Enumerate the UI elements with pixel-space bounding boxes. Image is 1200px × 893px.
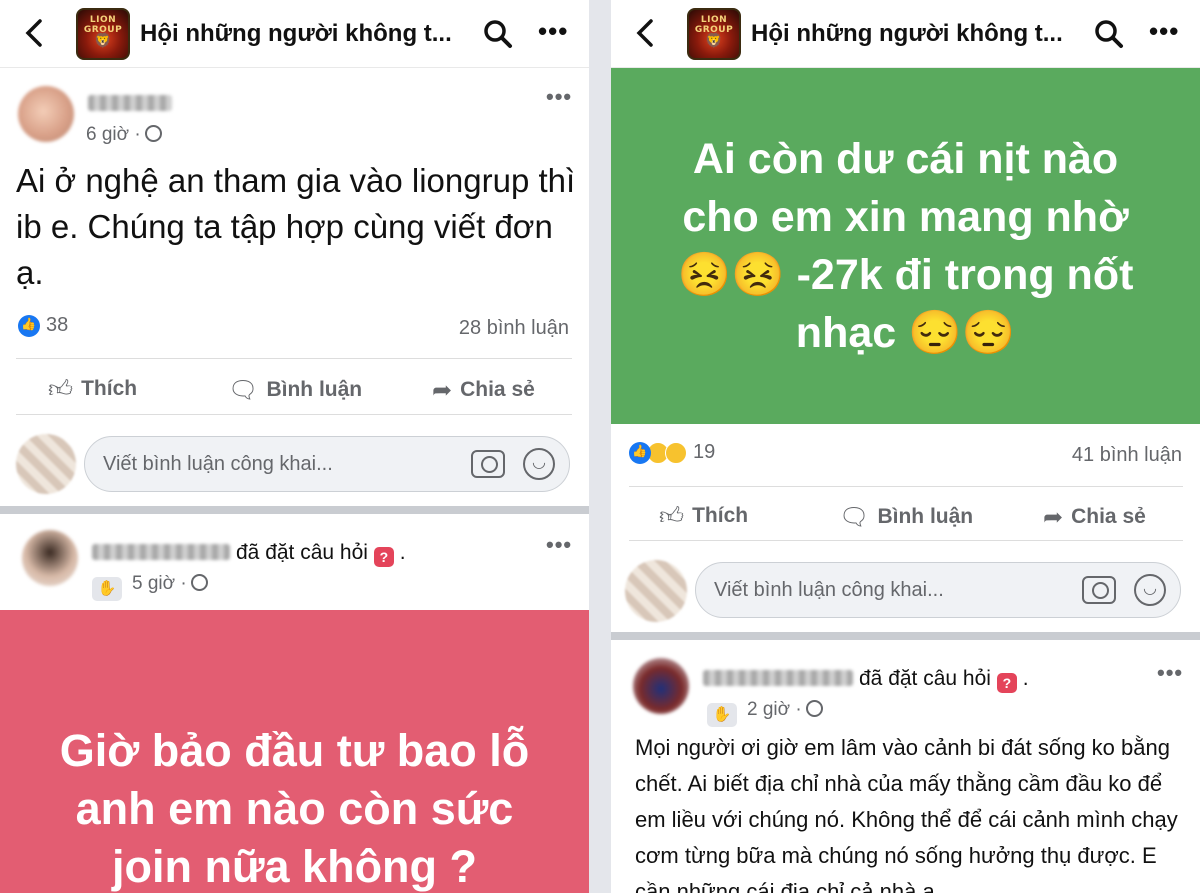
post-separator: [0, 506, 589, 514]
post-menu-icon[interactable]: •••: [546, 532, 572, 558]
wave-hand-icon: ✋: [92, 577, 122, 601]
globe-icon: [190, 574, 208, 591]
group-logo[interactable]: LION GROUP 🦁: [687, 8, 741, 60]
asked-question-line: đã đặt câu hỏi? .: [859, 667, 1029, 693]
comment-input[interactable]: Viết bình luận công khai... ◡: [84, 436, 570, 492]
wave-hand-icon: ✋: [707, 703, 737, 727]
author-name-blurred[interactable]: [88, 95, 172, 111]
share-label: Chia sẻ: [1071, 505, 1146, 528]
post-separator: [611, 632, 1200, 640]
camera-icon[interactable]: [471, 450, 505, 478]
divider: [16, 358, 572, 359]
like-label: Thích: [81, 377, 138, 400]
more-options-icon[interactable]: •••: [1149, 18, 1183, 50]
colored-background-post: Giờ bảo đầu tư bao lỗ anh em nào còn sức…: [0, 610, 589, 893]
asked-question-line: đã đặt câu hỏi? .: [236, 541, 406, 567]
lion-icon: 🦁: [94, 32, 112, 48]
lion-icon: 🦁: [705, 32, 723, 48]
comment-label: Bình luận: [877, 505, 974, 528]
back-button[interactable]: [22, 16, 50, 52]
group-header: LION GROUP 🦁 Hội những người không t... …: [611, 0, 1200, 68]
more-options-icon[interactable]: •••: [538, 18, 572, 50]
chevron-left-icon: [636, 19, 653, 47]
comment-bubble-icon: 🗨: [839, 504, 870, 531]
divider: [16, 414, 572, 415]
reaction-count: 38: [46, 314, 69, 336]
divider: [629, 540, 1183, 541]
reaction-summary[interactable]: 38: [18, 314, 68, 344]
sad-reaction-icon: [665, 441, 687, 464]
group-title[interactable]: Hội những người không t...: [751, 20, 1063, 48]
colored-background-post: Ai còn dư cái nịt nào cho em xin mang nh…: [611, 68, 1200, 424]
search-icon[interactable]: [1093, 18, 1125, 50]
group-header: LION GROUP 🦁 Hội những người không t... …: [0, 0, 589, 68]
share-arrow-icon: ➦: [1043, 504, 1064, 531]
my-avatar: [625, 560, 687, 622]
question-icon: ?: [373, 547, 394, 567]
comment-button[interactable]: 🗨 Bình luận: [228, 376, 362, 405]
post-time: ✋ 5 giờ ·: [92, 573, 208, 601]
comment-label: Bình luận: [266, 378, 363, 401]
divider: [629, 486, 1183, 487]
share-button[interactable]: ➦ Chia sẻ: [1043, 503, 1146, 532]
right-screen: LION GROUP 🦁 Hội những người không t... …: [611, 0, 1200, 893]
emoji-icon[interactable]: ◡: [1134, 574, 1166, 606]
like-reaction-icon: [18, 314, 40, 337]
my-avatar: [16, 434, 76, 494]
search-icon[interactable]: [482, 18, 514, 50]
post-text: Ai ở nghệ an tham gia vào liongrup thì i…: [16, 162, 576, 291]
post-time: ✋ 2 giờ ·: [707, 699, 823, 727]
post-menu-icon[interactable]: •••: [546, 84, 572, 110]
post-text: Mọi người ơi giờ em lâm vào cảnh bi đát …: [635, 735, 1178, 893]
question-icon: ?: [996, 673, 1017, 693]
author-name-blurred[interactable]: [703, 670, 853, 686]
author-name-blurred[interactable]: [92, 544, 230, 560]
thumbs-up-icon: 👍︎: [659, 503, 685, 530]
post-time: 6 giờ ·: [86, 124, 162, 146]
reaction-summary[interactable]: 19: [629, 441, 715, 471]
background-post-text: Giờ bảo đầu tư bao lỗ anh em nào còn sức…: [59, 725, 530, 892]
globe-icon: [144, 125, 162, 142]
background-post-text: Ai còn dư cái nịt nào cho em xin mang nh…: [677, 135, 1134, 357]
author-avatar[interactable]: [18, 86, 74, 142]
share-arrow-icon: ➦: [432, 377, 453, 404]
share-button[interactable]: ➦ Chia sẻ: [432, 376, 535, 405]
comment-bubble-icon: 🗨: [228, 377, 259, 404]
globe-icon: [805, 700, 823, 717]
comment-count[interactable]: 41 bình luận: [1072, 444, 1182, 467]
comment-input[interactable]: Viết bình luận công khai... ◡: [695, 562, 1181, 618]
thumbs-up-icon: 👍︎: [48, 376, 74, 403]
author-avatar[interactable]: [22, 530, 78, 586]
share-label: Chia sẻ: [460, 378, 535, 401]
emoji-icon[interactable]: ◡: [523, 448, 555, 480]
like-reaction-icon: [629, 441, 651, 464]
post-menu-icon[interactable]: •••: [1157, 660, 1183, 686]
like-label: Thích: [692, 504, 749, 527]
camera-icon[interactable]: [1082, 576, 1116, 604]
comment-button[interactable]: 🗨 Bình luận: [839, 503, 973, 532]
comment-count[interactable]: 28 bình luận: [459, 317, 569, 340]
back-button[interactable]: [633, 16, 661, 52]
like-button[interactable]: 👍︎ Thích: [659, 503, 748, 531]
chevron-left-icon: [25, 19, 42, 47]
reaction-count: 19: [693, 441, 716, 463]
group-title[interactable]: Hội những người không t...: [140, 20, 452, 48]
comment-placeholder: Viết bình luận công khai...: [103, 453, 333, 475]
left-screen: LION GROUP 🦁 Hội những người không t... …: [0, 0, 589, 893]
group-logo[interactable]: LION GROUP 🦁: [76, 8, 130, 60]
comment-placeholder: Viết bình luận công khai...: [714, 579, 944, 601]
author-avatar[interactable]: [633, 658, 689, 714]
like-button[interactable]: 👍︎ Thích: [48, 376, 137, 404]
